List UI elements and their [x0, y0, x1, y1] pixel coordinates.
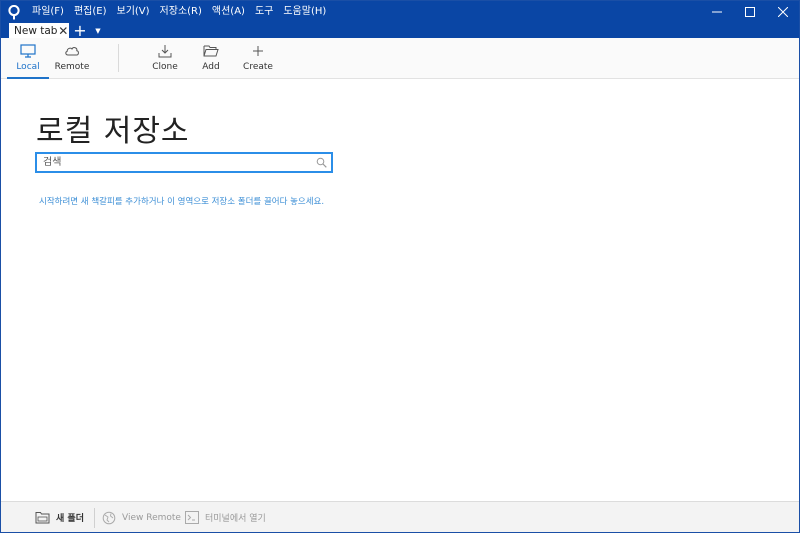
create-button[interactable]: Create — [241, 38, 275, 79]
tab-local-label: Local — [16, 62, 40, 72]
menu-bar: 파일(F) 편집(E) 보기(V) 저장소(R) 액션(A) 도구 도움말(H) — [27, 1, 331, 23]
folder-icon — [35, 511, 50, 524]
title-bar: 파일(F) 편집(E) 보기(V) 저장소(R) 액션(A) 도구 도움말(H) — [1, 1, 799, 23]
add-label: Add — [202, 62, 220, 72]
tab-dropdown-icon[interactable]: ▼ — [91, 23, 105, 38]
maximize-button[interactable] — [733, 1, 766, 23]
cloud-icon — [65, 47, 79, 56]
tab-remote[interactable]: Remote — [53, 38, 91, 79]
app-window: 파일(F) 편집(E) 보기(V) 저장소(R) 액션(A) 도구 도움말(H)… — [0, 0, 800, 533]
toolbar: Local Remote Clone Add Create — [1, 38, 799, 79]
tab-bar: New tab ✕ + ▼ — [1, 23, 799, 39]
close-window-button[interactable] — [766, 1, 799, 23]
terminal-icon — [185, 511, 199, 524]
open-terminal-label: 터미널에서 열기 — [205, 514, 266, 524]
menu-repository[interactable]: 저장소(R) — [155, 1, 207, 23]
tab-local[interactable]: Local — [7, 38, 49, 79]
footer-bar: 새 폴더 View Remote 터미널에서 열기 — [1, 501, 799, 532]
toolbar-divider — [118, 44, 119, 72]
maximize-icon — [744, 7, 755, 17]
page-title: 로컬 저장소 — [36, 114, 190, 149]
search-input[interactable] — [43, 154, 313, 171]
download-icon — [158, 45, 172, 58]
tab-close-icon[interactable]: ✕ — [57, 25, 69, 37]
monitor-icon — [20, 44, 36, 58]
search-icon — [316, 157, 327, 168]
window-controls — [700, 1, 799, 23]
menu-actions[interactable]: 액션(A) — [207, 1, 250, 23]
main-content: 로컬 저장소 시작하려면 새 책갈피를 추가하거나 이 영역으로 저장소 폴더를… — [1, 79, 799, 501]
sourcetree-logo-icon — [1, 1, 27, 23]
tab-label: New tab — [14, 24, 58, 37]
close-icon — [777, 7, 788, 17]
globe-icon — [102, 511, 116, 525]
view-remote-button[interactable]: View Remote — [102, 502, 181, 533]
open-terminal-button[interactable]: 터미널에서 열기 — [185, 502, 266, 533]
create-label: Create — [243, 62, 273, 72]
empty-state-hint: 시작하려면 새 책갈피를 추가하거나 이 영역으로 저장소 폴더를 끌어다 놓으… — [39, 197, 325, 207]
new-folder-button[interactable]: 새 폴더 — [35, 502, 84, 533]
tab-new-tab[interactable]: New tab ✕ — [9, 23, 69, 38]
minimize-icon — [711, 11, 722, 13]
menu-tools[interactable]: 도구 — [250, 1, 278, 23]
menu-file[interactable]: 파일(F) — [27, 1, 69, 23]
search-box[interactable] — [35, 152, 333, 173]
menu-view[interactable]: 보기(V) — [112, 1, 155, 23]
new-folder-label: 새 폴더 — [56, 514, 84, 524]
footer-divider — [94, 508, 95, 528]
add-tab-button[interactable]: + — [71, 23, 89, 39]
minimize-button[interactable] — [700, 1, 733, 23]
add-button[interactable]: Add — [197, 38, 225, 79]
folder-open-icon — [203, 45, 219, 57]
view-remote-label: View Remote — [122, 512, 181, 523]
menu-edit[interactable]: 편집(E) — [69, 1, 112, 23]
tab-remote-label: Remote — [54, 62, 90, 72]
clone-label: Clone — [152, 62, 178, 72]
menu-help[interactable]: 도움말(H) — [278, 1, 331, 23]
clone-button[interactable]: Clone — [149, 38, 181, 79]
plus-icon — [253, 46, 263, 56]
